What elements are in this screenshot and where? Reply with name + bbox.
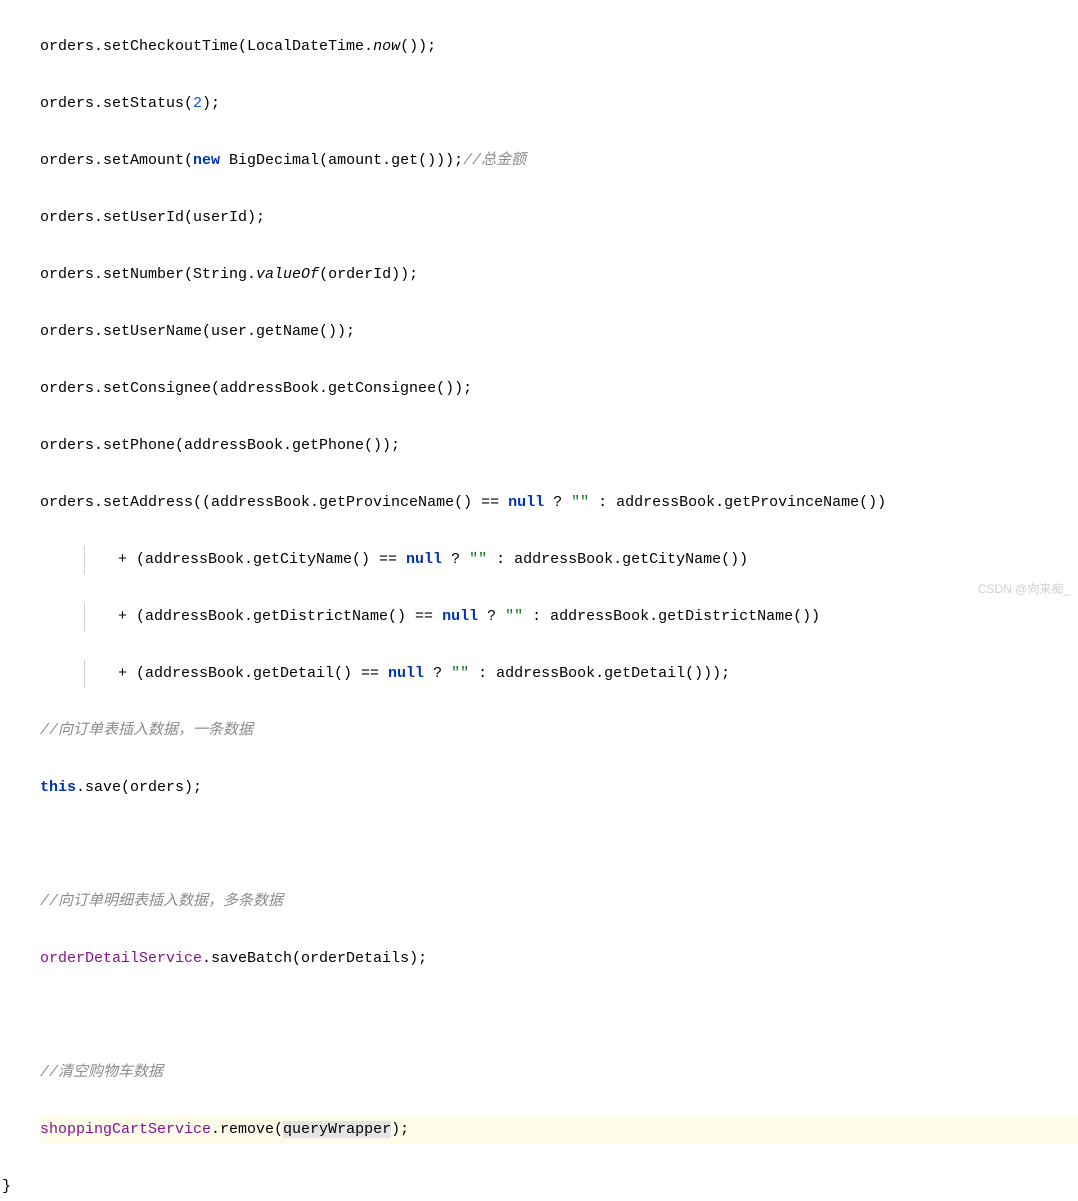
closing-brace: }	[0, 1173, 1078, 1201]
code-line-continuation: + (addressBook.getDetail() == null ? "" …	[40, 660, 1078, 689]
watermark: CSDN @向来痴_	[978, 578, 1070, 601]
code-block: orders.setCheckoutTime(LocalDateTime.now…	[0, 4, 1078, 1173]
code-line: orders.setNumber(String.valueOf(orderId)…	[40, 261, 1078, 290]
code-line-continuation: + (addressBook.getCityName() == null ? "…	[40, 546, 1078, 575]
blank-line	[40, 831, 1078, 860]
code-line: orders.setStatus(2);	[40, 90, 1078, 119]
code-comment: //清空购物车数据	[40, 1059, 1078, 1088]
code-line: orderDetailService.saveBatch(orderDetail…	[40, 945, 1078, 974]
blank-line	[40, 1002, 1078, 1031]
code-line: orders.setUserId(userId);	[40, 204, 1078, 233]
code-comment: //向订单明细表插入数据，多条数据	[40, 888, 1078, 917]
code-line: orders.setCheckoutTime(LocalDateTime.now…	[40, 33, 1078, 62]
code-line-current: shoppingCartService.remove(queryWrapper)…	[40, 1116, 1078, 1145]
code-comment: //向订单表插入数据，一条数据	[40, 717, 1078, 746]
code-line: orders.setAmount(new BigDecimal(amount.g…	[40, 147, 1078, 176]
code-line: orders.setConsignee(addressBook.getConsi…	[40, 375, 1078, 404]
code-line: orders.setPhone(addressBook.getPhone());	[40, 432, 1078, 461]
code-line: this.save(orders);	[40, 774, 1078, 803]
code-line: orders.setUserName(user.getName());	[40, 318, 1078, 347]
code-line: orders.setAddress((addressBook.getProvin…	[40, 489, 1078, 518]
